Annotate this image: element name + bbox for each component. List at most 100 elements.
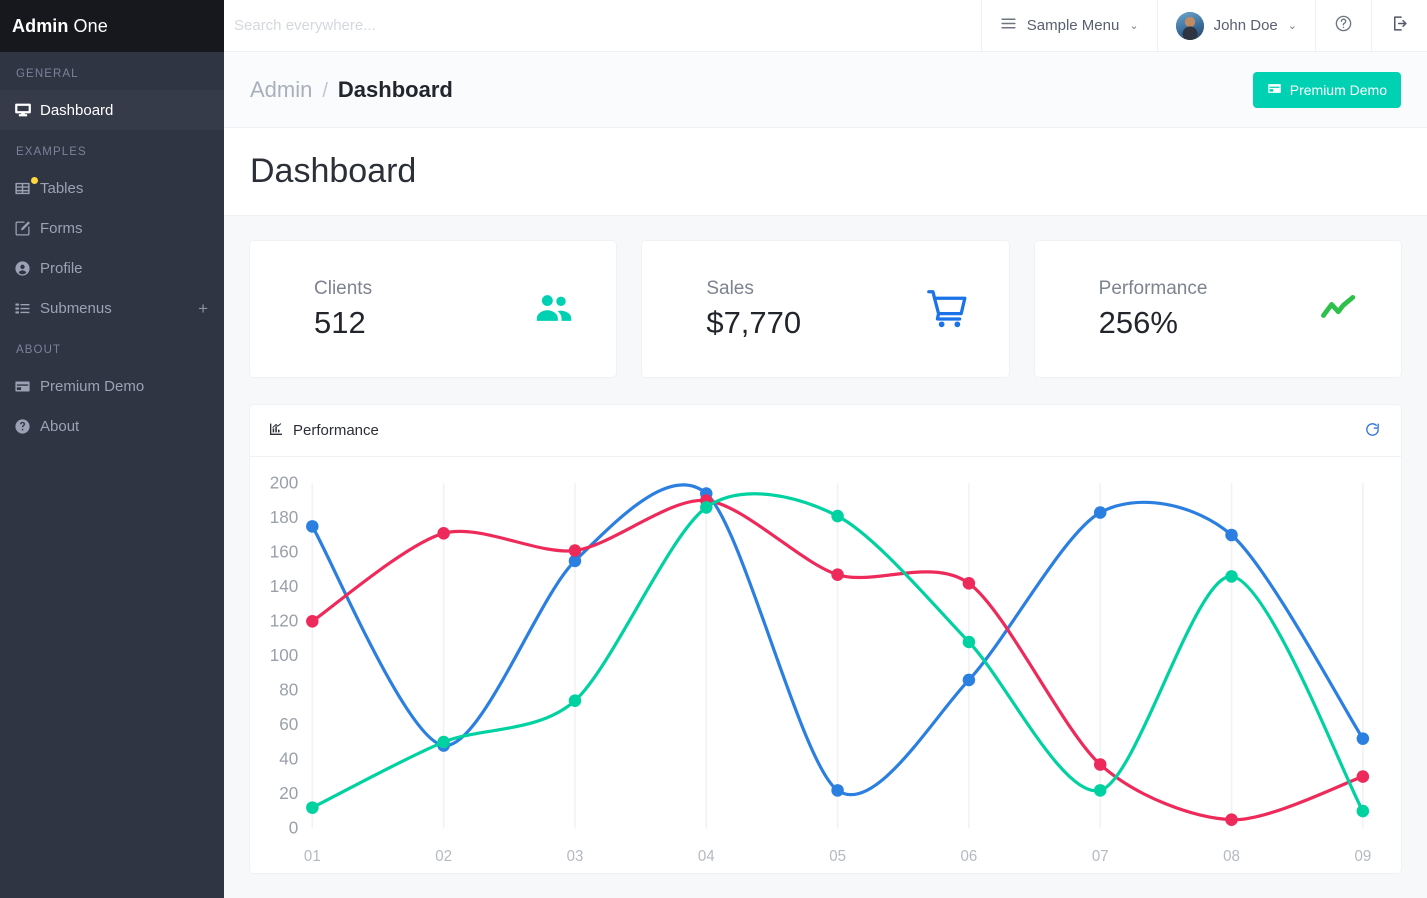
hamburger-icon xyxy=(1000,15,1017,36)
chart-data-point[interactable] xyxy=(962,635,976,649)
stat-card-performance: Performance 256% xyxy=(1033,240,1402,378)
chart-data-point[interactable] xyxy=(1225,528,1238,542)
chart-data-point[interactable] xyxy=(1093,506,1107,519)
app-root: Admin One GENERAL Dashboard EXAMPLES Tables F… xyxy=(0,0,1427,898)
pencil-box-icon xyxy=(14,220,40,237)
monitor-icon xyxy=(14,101,40,119)
chart-data-point[interactable] xyxy=(1093,784,1107,797)
notification-dot xyxy=(31,176,38,184)
y-axis-tick-label: 0 xyxy=(289,817,299,837)
breadcrumb-current: Dashboard xyxy=(337,76,453,102)
x-axis-tick-label: 08 xyxy=(1223,848,1240,865)
sidebar-item-forms[interactable]: Forms xyxy=(0,208,224,248)
sidebar-section-label: GENERAL xyxy=(16,68,79,80)
y-axis-tick-label: 80 xyxy=(279,679,298,699)
chart-data-point[interactable] xyxy=(1225,570,1238,583)
chart-data-point[interactable] xyxy=(962,577,976,590)
stat-value: 512 xyxy=(314,304,366,340)
chart-data-point[interactable] xyxy=(831,509,844,523)
y-axis-tick-label: 60 xyxy=(279,714,298,734)
breadcrumb-parent[interactable]: Admin xyxy=(250,77,312,103)
stat-card-clients: Clients 512 xyxy=(249,240,618,378)
chart-data-point[interactable] xyxy=(568,694,582,707)
chart-data-point[interactable] xyxy=(1093,758,1107,771)
stat-card-sales: Sales $7,770 xyxy=(641,240,1010,378)
stat-value: 256% xyxy=(1098,304,1178,340)
finance-icon xyxy=(1311,287,1367,331)
sidebar-item-premium-demo[interactable]: Premium Demo xyxy=(0,366,224,406)
line-chart: 0 20 40 60 80 100 120 140 160 180 200 01 02 03 04 05 06 0… xyxy=(270,472,1372,865)
y-axis-tick-label: 180 xyxy=(270,507,299,527)
chart-data-point[interactable] xyxy=(306,801,319,814)
sidebar-item-tables[interactable]: Tables xyxy=(0,168,224,208)
help-circle-icon xyxy=(1334,14,1353,37)
y-axis-tick-label: 200 xyxy=(270,472,299,492)
finance-icon xyxy=(268,421,284,441)
y-axis-tick-label: 40 xyxy=(279,748,298,768)
account-multiple-icon xyxy=(526,288,582,330)
sidebar-item-profile[interactable]: Profile xyxy=(0,248,224,288)
user-menu-dropdown[interactable]: John Doe ⌄ xyxy=(1156,0,1315,52)
refresh-icon xyxy=(1364,421,1381,441)
chart-data-point[interactable] xyxy=(568,544,582,557)
y-axis-tick-label: 100 xyxy=(270,645,299,665)
chevron-down-icon: ⌄ xyxy=(1287,20,1297,32)
performance-chart-card: Performance 0 20 40 60 80 100 120 140 160 180 200 0… xyxy=(249,404,1402,874)
page-title: Dashboard xyxy=(250,152,417,190)
premium-demo-button[interactable]: Premium Demo xyxy=(1252,71,1401,108)
chart-refresh-button[interactable] xyxy=(1360,417,1385,445)
chart-plot-area: 0 20 40 60 80 100 120 140 160 180 200 01 02 03 04 05 06 0… xyxy=(250,457,1401,873)
x-axis-tick-label: 06 xyxy=(961,848,978,865)
sidebar-nav: GENERAL Dashboard EXAMPLES Tables Forms Profi… xyxy=(0,52,224,446)
chart-data-point[interactable] xyxy=(831,784,844,797)
logout-button[interactable] xyxy=(1371,0,1427,52)
search-container xyxy=(224,16,981,35)
chart-data-point[interactable] xyxy=(1356,804,1370,818)
chart-data-point[interactable] xyxy=(437,526,450,540)
account-icon xyxy=(14,260,40,277)
sidebar-item-about[interactable]: About xyxy=(0,406,224,446)
x-axis-tick-label: 04 xyxy=(698,848,715,865)
sidebar-item-dashboard[interactable]: Dashboard xyxy=(0,90,224,130)
breadcrumb: Admin / Dashboard xyxy=(250,77,1253,103)
sidebar-item-label: About xyxy=(40,417,80,435)
sidebar-item-label: Submenus xyxy=(40,299,112,317)
y-axis-tick-label: 20 xyxy=(279,783,298,803)
help-button[interactable] xyxy=(1315,0,1371,52)
chart-data-point[interactable] xyxy=(306,614,319,628)
x-axis-tick-label: 05 xyxy=(829,848,846,865)
x-axis-tick-label: 03 xyxy=(567,848,584,865)
sidebar-item-label: Dashboard xyxy=(40,101,114,119)
cart-icon xyxy=(919,286,975,332)
main-area: Sample Menu ⌄ John Doe ⌄ xyxy=(224,0,1427,898)
chart-data-point[interactable] xyxy=(1356,732,1370,745)
chart-card-title: Performance xyxy=(293,422,379,439)
brand-logo[interactable]: Admin One xyxy=(0,0,224,52)
expand-plus-icon[interactable]: + xyxy=(198,300,208,317)
chart-data-point[interactable] xyxy=(962,673,976,687)
search-input[interactable] xyxy=(234,16,654,34)
chart-data-point[interactable] xyxy=(831,568,844,581)
brand-light: One xyxy=(73,15,108,36)
x-axis-tick-label: 01 xyxy=(304,848,321,865)
logout-icon xyxy=(1390,14,1409,37)
chart-data-point[interactable] xyxy=(700,501,713,514)
sidebar: Admin One GENERAL Dashboard EXAMPLES Tables F… xyxy=(0,0,224,898)
list-icon xyxy=(14,300,40,317)
x-axis-tick-label: 07 xyxy=(1092,848,1109,865)
page-content: Clients 512 Sales $7,770 Performance 256% xyxy=(224,216,1427,898)
chart-data-point[interactable] xyxy=(306,520,319,533)
chart-data-point[interactable] xyxy=(1225,813,1238,827)
sidebar-item-submenus[interactable]: Submenus + xyxy=(0,288,224,328)
chart-data-point[interactable] xyxy=(437,735,450,749)
stat-text: Sales $7,770 xyxy=(706,275,918,342)
y-axis-tick-label: 160 xyxy=(270,541,299,561)
avatar xyxy=(1175,11,1204,40)
chart-data-point[interactable] xyxy=(1356,770,1370,783)
sidebar-section-label: EXAMPLES xyxy=(16,146,87,158)
page-title-bar: Dashboard xyxy=(224,128,1427,216)
y-axis-tick-label: 140 xyxy=(270,576,299,596)
x-axis-tick-label: 02 xyxy=(435,848,452,865)
sample-menu-dropdown[interactable]: Sample Menu ⌄ xyxy=(980,0,1157,52)
sidebar-item-label: Profile xyxy=(40,259,83,277)
